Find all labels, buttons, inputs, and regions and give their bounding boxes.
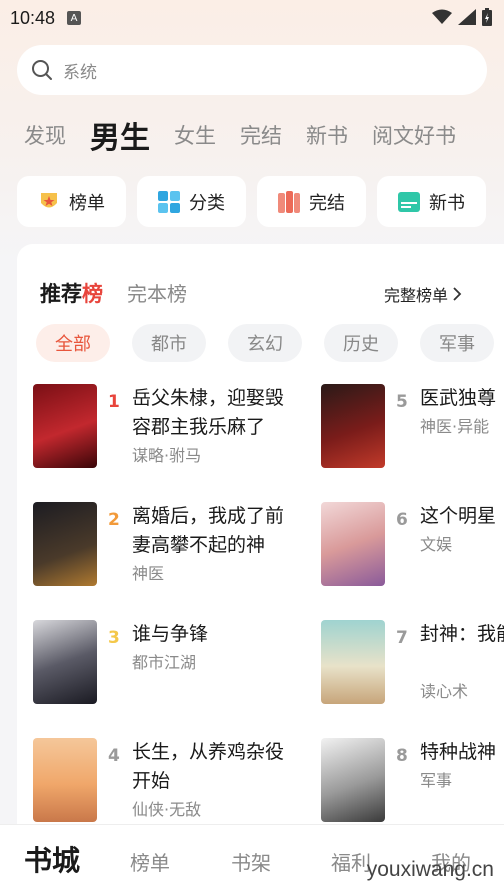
tab-recommend-suffix: 榜 — [82, 282, 103, 306]
full-ranking-link[interactable]: 完整榜单 — [384, 282, 462, 306]
new-badge-icon — [398, 191, 420, 212]
rank-number: 4 — [108, 746, 120, 766]
book-title: 特种战神 — [420, 741, 497, 763]
book-item[interactable]: 7 封神：我能听心声 读心术 — [321, 620, 504, 710]
rank-number: 7 — [396, 628, 408, 648]
books-icon — [278, 190, 300, 213]
book-cover — [33, 384, 97, 468]
tab-completed[interactable]: 完结 — [216, 120, 282, 150]
book-title: 岳父朱棣，迎娶毁容郡主我乐麻了 — [132, 387, 285, 438]
tab-recommend-rank[interactable]: 推荐榜 — [40, 278, 103, 308]
book-cover — [321, 738, 385, 822]
status-icons — [432, 8, 492, 26]
book-title: 谁与争锋 — [132, 623, 209, 645]
trophy-icon — [41, 192, 57, 207]
ranking-panel: 推荐榜 完本榜 完整榜单 全部 都市 玄幻 历史 军事 1 岳父朱棣，迎娶毁容郡… — [17, 244, 504, 844]
rank-number: 2 — [108, 510, 120, 530]
search-icon — [32, 60, 52, 80]
book-title: 长生，从养鸡杂役开始 — [132, 741, 285, 792]
book-tag: 都市江湖 — [132, 653, 197, 672]
signal-icon — [458, 9, 476, 25]
quick-completed-button[interactable]: 完结 — [257, 176, 366, 227]
quick-label: 完结 — [309, 192, 345, 214]
tab-discover[interactable]: 发现 — [0, 120, 66, 150]
nav-bookshelf[interactable]: 书架 — [231, 847, 271, 876]
book-cover — [33, 738, 97, 822]
tab-male[interactable]: 男生 — [66, 113, 150, 157]
quick-label: 新书 — [429, 192, 465, 214]
quick-label: 榜单 — [69, 192, 105, 214]
tab-new[interactable]: 新书 — [282, 120, 348, 150]
book-item[interactable]: 5 医武独尊 神医·异能 — [321, 384, 504, 474]
ranking-tabs: 推荐榜 完本榜 — [40, 278, 187, 308]
book-tag: 仙侠·无敌 — [132, 800, 202, 819]
book-title: 离婚后，我成了前妻高攀不起的神 — [132, 505, 285, 556]
book-item[interactable]: 8 特种战神 军事 — [321, 738, 504, 828]
book-tag: 文娱 — [420, 535, 453, 554]
book-cover — [321, 620, 385, 704]
search-placeholder: 系统 — [63, 62, 97, 83]
quick-category-button[interactable]: 分类 — [137, 176, 246, 227]
tab-good-books[interactable]: 阅文好书 — [348, 120, 456, 150]
book-cover — [321, 384, 385, 468]
search-bar[interactable]: 系统 — [17, 45, 487, 95]
genre-chip-history[interactable]: 历史 — [324, 324, 398, 362]
tab-female[interactable]: 女生 — [150, 120, 216, 150]
book-cover — [33, 502, 97, 586]
genre-filter: 全部 都市 玄幻 历史 军事 — [36, 324, 494, 362]
genre-chip-urban[interactable]: 都市 — [132, 324, 206, 362]
watermark: youxiwang.cn — [366, 858, 494, 881]
wifi-icon — [432, 9, 452, 24]
rank-number: 1 — [108, 392, 120, 412]
chevron-right-icon — [453, 287, 462, 301]
status-bar: 10:48 A — [0, 0, 504, 36]
book-item[interactable]: 1 岳父朱棣，迎娶毁容郡主我乐麻了 谋略·驸马 — [33, 384, 323, 474]
rank-number: 6 — [396, 510, 408, 530]
genre-chip-all[interactable]: 全部 — [36, 324, 110, 362]
quick-label: 分类 — [189, 192, 225, 214]
channel-tabs: 发现 男生 女生 完结 新书 阅文好书 — [0, 110, 504, 160]
book-item[interactable]: 2 离婚后，我成了前妻高攀不起的神 神医 — [33, 502, 323, 592]
rank-number: 3 — [108, 628, 120, 648]
grid-icon — [158, 190, 180, 213]
genre-chip-fantasy[interactable]: 玄幻 — [228, 324, 302, 362]
quick-ranking-button[interactable]: 榜单 — [17, 176, 126, 227]
book-tag: 神医 — [132, 564, 165, 583]
book-tag: 神医·异能 — [420, 417, 490, 436]
book-item[interactable]: 4 长生，从养鸡杂役开始 仙侠·无敌 — [33, 738, 323, 828]
book-cover — [321, 502, 385, 586]
quick-new-button[interactable]: 新书 — [377, 176, 486, 227]
book-title: 封神：我能听心声 — [420, 623, 504, 645]
full-ranking-label: 完整榜单 — [384, 286, 449, 305]
nav-welfare[interactable]: 福利 — [331, 847, 371, 876]
nav-ranking[interactable]: 榜单 — [130, 847, 170, 876]
tab-recommend-prefix: 推荐 — [40, 282, 82, 306]
rank-number: 8 — [396, 746, 408, 766]
book-tag: 谋略·驸马 — [132, 446, 202, 465]
quick-entries: 榜单 分类 完结 新书 — [17, 176, 504, 228]
book-title: 这个明星 — [420, 505, 497, 527]
notification-icon: A — [67, 11, 82, 25]
nav-bookstore[interactable]: 书城 — [24, 839, 80, 879]
book-title: 医武独尊 — [420, 387, 497, 409]
battery-icon — [482, 8, 492, 26]
status-time: 10:48 — [10, 7, 56, 28]
book-tag: 军事 — [420, 771, 453, 790]
rank-number: 5 — [396, 392, 408, 412]
book-cover — [33, 620, 97, 704]
tab-completed-rank[interactable]: 完本榜 — [127, 278, 187, 307]
book-tag: 读心术 — [420, 682, 469, 701]
book-item[interactable]: 6 这个明星 文娱 — [321, 502, 504, 592]
genre-chip-military[interactable]: 军事 — [420, 324, 494, 362]
book-item[interactable]: 3 谁与争锋 都市江湖 — [33, 620, 323, 710]
